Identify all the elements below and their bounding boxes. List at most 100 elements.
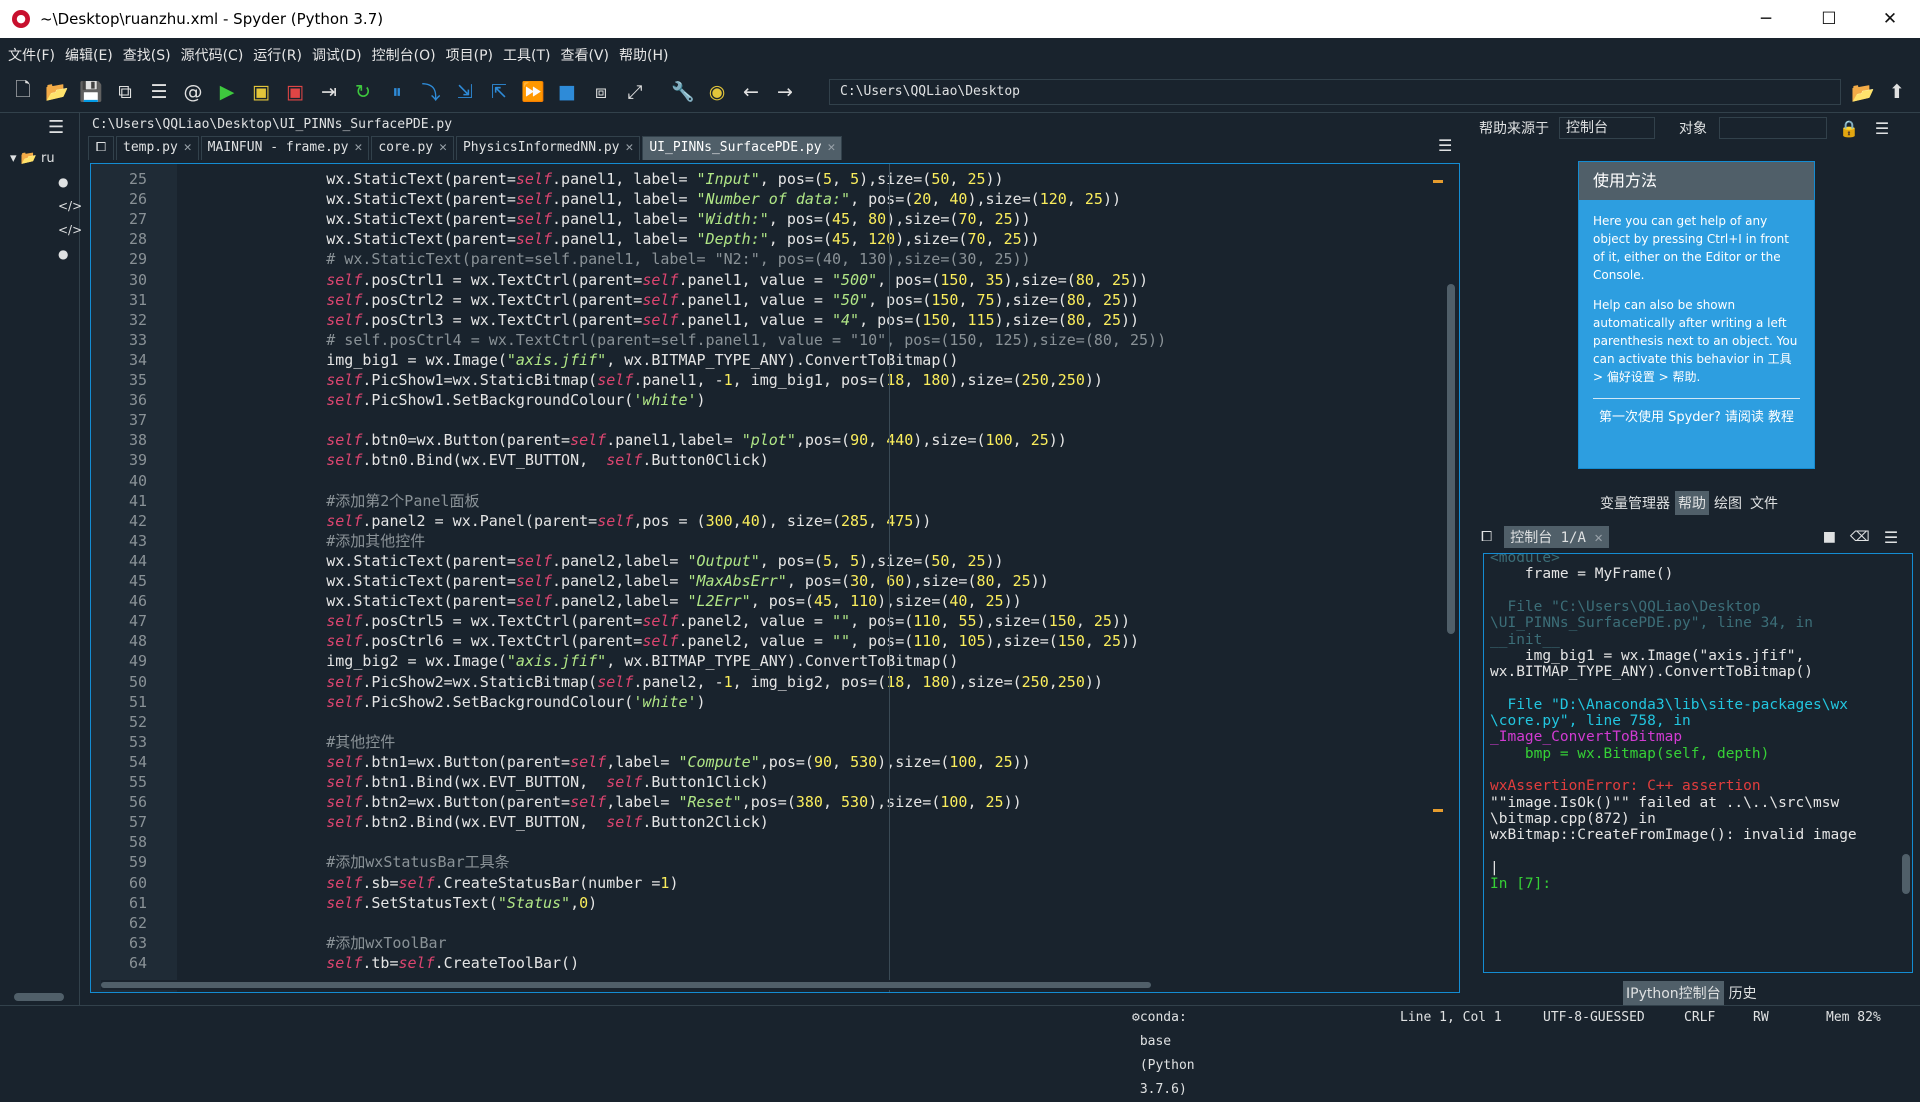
run-cell-advance-icon[interactable]: ▣ [280, 77, 310, 107]
line-number: 49 [128, 652, 147, 671]
open-file-icon[interactable]: 📂 [42, 77, 72, 107]
horizontal-scrollbar[interactable] [101, 980, 1241, 990]
code-text: self.PicShow1=wx.StaticBitmap(self.panel… [326, 371, 1103, 389]
ipython-console[interactable]: <module> frame = MyFrame() File "C:\User… [1483, 553, 1913, 973]
options-menu-icon[interactable]: ☰ [48, 117, 64, 138]
menu-help[interactable]: 帮助(H) [619, 45, 668, 65]
menu-view[interactable]: 查看(V) [560, 45, 609, 65]
code-editor[interactable]: 25 wx.StaticText(parent=self.panel1, lab… [90, 163, 1460, 993]
tab-plots[interactable]: 绘图 [1711, 491, 1745, 515]
tree-root[interactable]: ▾ 📂 ru [10, 151, 55, 166]
tab-physicsinformednn[interactable]: PhysicsInformedNN.py ✕ [455, 136, 641, 160]
debug-icon[interactable]: ⏸ [382, 77, 412, 107]
code-line: 34 img_big1 = wx.Image("axis.jfif", wx.B… [91, 350, 1411, 370]
console-options-icon[interactable]: ☰ [1884, 528, 1898, 547]
save-all-icon[interactable]: ⧉ [110, 77, 140, 107]
lock-icon[interactable]: 🔒 [1839, 119, 1859, 138]
back-icon[interactable]: ← [736, 77, 766, 107]
tab-label: core.py [378, 140, 434, 155]
line-number: 40 [128, 471, 147, 490]
working-directory-input[interactable]: C:\Users\QQLiao\Desktop [829, 79, 1841, 105]
menu-file[interactable]: 文件(F) [8, 45, 55, 65]
code-text: wx.StaticText(parent=self.panel1, label=… [254, 190, 1121, 209]
python-path-icon[interactable]: ◉ [702, 77, 732, 107]
maximize-pane-icon[interactable]: ⧈ [586, 77, 616, 107]
tab-mainfun[interactable]: MAINFUN - frame.py ✕ [200, 136, 370, 160]
code-line: 27 wx.StaticText(parent=self.panel1, lab… [91, 209, 1411, 229]
minimize-button[interactable]: ─ [1738, 0, 1794, 38]
vertical-scrollbar-thumb[interactable] [1447, 284, 1455, 634]
help-pane-tabs: 变量管理器 帮助 绘图 文件 [1597, 491, 1783, 515]
python-file-icon[interactable]: ● [58, 175, 68, 189]
menu-debug[interactable]: 调试(D) [312, 45, 362, 65]
console-scrollbar-thumb[interactable] [1902, 854, 1910, 894]
browse-folder-icon[interactable]: 📂 [1848, 77, 1878, 107]
close-tab-icon[interactable]: ✕ [439, 140, 447, 155]
close-tab-icon[interactable]: ✕ [828, 140, 836, 155]
rerun-icon[interactable]: ↻ [348, 77, 378, 107]
tab-help[interactable]: 帮助 [1675, 491, 1709, 515]
fullscreen-icon[interactable]: ⤢ [620, 77, 650, 107]
preferences-icon[interactable]: 🔧 [668, 77, 698, 107]
forward-icon[interactable]: → [770, 77, 800, 107]
help-source-value: 控制台 [1566, 120, 1608, 136]
tab-variable-explorer[interactable]: 变量管理器 [1597, 491, 1673, 515]
code-line: 58 [91, 832, 1411, 852]
close-tab-icon[interactable]: ✕ [355, 140, 363, 155]
tutorial-link[interactable]: 第一次使用 Spyder? 请阅读 教程 [1593, 398, 1800, 427]
menu-tools[interactable]: 工具(T) [503, 45, 550, 65]
line-number: 30 [128, 270, 147, 289]
menu-projects[interactable]: 项目(P) [446, 45, 493, 65]
outline-icon[interactable]: ☰ [144, 77, 174, 107]
clear-console-icon[interactable]: ⌫ [1850, 529, 1870, 545]
parent-directory-icon[interactable]: ⬆ [1882, 77, 1912, 107]
help-object-input[interactable] [1719, 117, 1827, 139]
stop-console-icon[interactable]: ■ [1823, 529, 1836, 545]
run-selection-icon[interactable]: ⇥ [314, 77, 344, 107]
console-line: wxBitmap::CreateFromImage(): invalid ima… [1490, 827, 1857, 844]
horizontal-scrollbar-thumb[interactable] [101, 982, 1151, 988]
close-tab-icon[interactable]: ✕ [1594, 530, 1602, 546]
continue-icon[interactable]: ⏩ [518, 77, 548, 107]
menu-search[interactable]: 查找(S) [123, 45, 171, 65]
maximize-button[interactable]: ☐ [1801, 0, 1857, 38]
tab-console-1a[interactable]: 控制台 1/A ✕ [1504, 526, 1609, 548]
browse-tabs-icon[interactable]: ⧠ [88, 136, 114, 160]
help-options-icon[interactable]: ☰ [1875, 119, 1889, 138]
menu-edit[interactable]: 编辑(E) [65, 45, 113, 65]
menu-run[interactable]: 运行(R) [253, 45, 302, 65]
tab-files[interactable]: 文件 [1747, 491, 1781, 515]
tab-history[interactable]: 历史 [1726, 981, 1760, 1005]
code-file-icon[interactable]: </> [58, 223, 82, 237]
console-tab-label: 控制台 1/A [1510, 530, 1586, 546]
tab-temp[interactable]: temp.py ✕ [116, 136, 199, 160]
step-return-icon[interactable]: ⇱ [484, 77, 514, 107]
tab-ui-pinns[interactable]: UI_PINNs_SurfacePDE.py ✕ [642, 136, 843, 160]
conda-env-status: ⚙ conda: base (Python 3.7.6) [1132, 1006, 1195, 1097]
browse-tabs-icon[interactable]: ⧠ [1481, 529, 1492, 545]
close-tab-icon[interactable]: ✕ [184, 140, 192, 155]
title-bar: ● ~\Desktop\ruanzhu.xml - Spyder (Python… [0, 0, 1920, 38]
tab-ipython-console[interactable]: IPython控制台 [1623, 981, 1724, 1005]
code-file-icon[interactable]: </> [58, 199, 82, 213]
horizontal-scrollbar[interactable] [14, 993, 64, 1001]
close-tab-icon[interactable]: ✕ [626, 140, 634, 155]
at-icon[interactable]: @ [178, 77, 208, 107]
save-icon[interactable]: 💾 [76, 77, 106, 107]
close-button[interactable]: ✕ [1862, 0, 1918, 38]
step-into-icon[interactable]: ⇲ [450, 77, 480, 107]
editor-options-icon[interactable]: ☰ [1438, 136, 1452, 155]
run-icon[interactable]: ▶ [212, 77, 242, 107]
step-icon[interactable]: ⤵ [416, 77, 446, 107]
line-number: 28 [128, 230, 147, 249]
editor-tabbar: ⧠ temp.py ✕ MAINFUN - frame.py ✕ core.py ✕ … [88, 134, 1466, 160]
python-file-icon[interactable]: ● [58, 247, 68, 261]
help-source-select[interactable]: 控制台 [1559, 117, 1655, 139]
menu-consoles[interactable]: 控制台(O) [372, 45, 436, 65]
menu-source[interactable]: 源代码(C) [181, 45, 244, 65]
tab-core[interactable]: core.py ✕ [371, 136, 454, 160]
line-number: 29 [128, 250, 147, 269]
run-cell-icon[interactable]: ▣ [246, 77, 276, 107]
stop-icon[interactable]: ■ [552, 77, 582, 107]
new-file-icon[interactable]: 🗋 [8, 77, 38, 107]
